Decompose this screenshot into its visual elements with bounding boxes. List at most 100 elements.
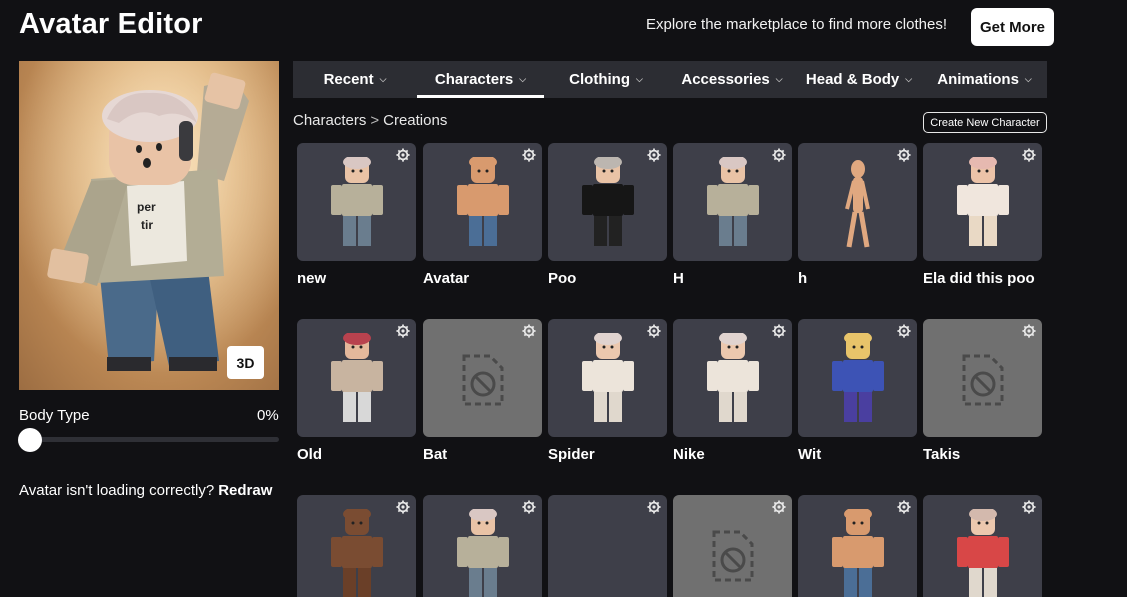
create-new-character-button[interactable]: Create New Character: [923, 112, 1047, 133]
character-card[interactable]: [923, 495, 1042, 597]
tab-animations[interactable]: Animations ⌵: [922, 61, 1047, 98]
character-thumbnail[interactable]: [923, 319, 1042, 437]
character-card[interactable]: Poo: [548, 143, 667, 289]
character-card[interactable]: Avatar: [423, 143, 542, 289]
character-thumbnail[interactable]: [923, 495, 1042, 597]
character-thumbnail[interactable]: [548, 143, 667, 261]
character-card[interactable]: Old: [297, 319, 416, 465]
body-type-slider-thumb[interactable]: [18, 428, 42, 452]
avatar-figure: per tir: [19, 61, 279, 390]
tab-characters[interactable]: Characters ⌵: [417, 61, 544, 98]
unavailable-image-icon: [960, 354, 1006, 406]
gear-icon[interactable]: [396, 324, 410, 338]
character-name: Bat: [423, 446, 448, 463]
character-card[interactable]: h: [798, 143, 917, 289]
character-card[interactable]: Bat: [423, 319, 542, 465]
character-name: Ela did this poo: [923, 270, 1035, 287]
character-card[interactable]: [548, 495, 667, 597]
character-name: Spider: [548, 446, 595, 463]
character-card[interactable]: [798, 495, 917, 597]
gear-icon[interactable]: [897, 148, 911, 162]
body-type-value: 0%: [257, 407, 279, 424]
character-card[interactable]: H: [673, 143, 792, 289]
character-card[interactable]: Ela did this poo: [923, 143, 1042, 289]
breadcrumb-separator: >: [370, 112, 380, 129]
gear-icon[interactable]: [897, 324, 911, 338]
character-name: Takis: [923, 446, 961, 463]
character-card[interactable]: Wit: [798, 319, 917, 465]
character-card[interactable]: [673, 495, 792, 597]
character-name: Avatar: [423, 270, 470, 287]
character-thumbnail[interactable]: [923, 143, 1042, 261]
gear-icon[interactable]: [647, 148, 661, 162]
gear-icon[interactable]: [1022, 324, 1036, 338]
toggle-3d-button[interactable]: 3D: [227, 346, 264, 379]
character-name: Wit: [798, 446, 822, 463]
redraw-link[interactable]: Redraw: [218, 482, 272, 499]
tab-label: Accessories: [681, 71, 770, 88]
gear-icon[interactable]: [647, 500, 661, 514]
gear-icon[interactable]: [772, 324, 786, 338]
gear-icon[interactable]: [522, 324, 536, 338]
character-thumbnail[interactable]: [297, 319, 416, 437]
character-card[interactable]: Nike: [673, 319, 792, 465]
character-thumbnail[interactable]: [798, 495, 917, 597]
unavailable-image-icon: [710, 530, 756, 582]
character-name: h: [798, 270, 808, 287]
gear-icon[interactable]: [522, 500, 536, 514]
character-thumbnail[interactable]: [423, 143, 542, 261]
body-type-label: Body Type: [19, 407, 90, 424]
character-card[interactable]: [423, 495, 542, 597]
chevron-down-icon: ⌵: [636, 74, 643, 84]
page-title: Avatar Editor: [19, 8, 203, 40]
character-card[interactable]: Spider: [548, 319, 667, 465]
gear-icon[interactable]: [396, 500, 410, 514]
chevron-down-icon: ⌵: [519, 74, 527, 84]
character-thumbnail[interactable]: [673, 319, 792, 437]
svg-text:tir: tir: [141, 218, 153, 232]
character-thumbnail[interactable]: [673, 495, 792, 597]
character-thumbnail[interactable]: [798, 143, 917, 261]
get-more-button[interactable]: Get More: [971, 8, 1054, 46]
avatar-preview[interactable]: per tir: [19, 61, 279, 390]
tab-label: Recent: [323, 71, 374, 88]
character-name: Nike: [673, 446, 705, 463]
tab-head-body[interactable]: Head & Body ⌵: [796, 61, 922, 98]
tab-accessories[interactable]: Accessories ⌵: [668, 61, 796, 98]
chevron-down-icon: ⌵: [379, 74, 387, 84]
character-thumbnail[interactable]: [548, 319, 667, 437]
character-thumbnail[interactable]: [297, 495, 416, 597]
loading-note-text: Avatar isn't loading correctly?: [19, 482, 215, 499]
gear-icon[interactable]: [647, 324, 661, 338]
character-thumbnail[interactable]: [297, 143, 416, 261]
character-card[interactable]: Takis: [923, 319, 1042, 465]
tab-label: Characters: [434, 71, 514, 88]
svg-text:per: per: [137, 200, 156, 214]
character-thumbnail[interactable]: [423, 495, 542, 597]
unavailable-image-icon: [460, 354, 506, 406]
breadcrumb-characters[interactable]: Characters: [293, 112, 366, 129]
tab-label: Head & Body: [805, 71, 900, 88]
tab-label: Animations: [937, 71, 1019, 88]
gear-icon[interactable]: [772, 500, 786, 514]
body-type-slider-track[interactable]: [19, 437, 279, 442]
gear-icon[interactable]: [772, 148, 786, 162]
gear-icon[interactable]: [396, 148, 410, 162]
chevron-down-icon: ⌵: [1024, 74, 1032, 84]
gear-icon[interactable]: [522, 148, 536, 162]
tab-recent[interactable]: Recent ⌵: [293, 61, 417, 98]
chevron-down-icon: ⌵: [775, 74, 783, 84]
gear-icon[interactable]: [1022, 500, 1036, 514]
category-tabs: Recent ⌵ Characters ⌵ Clothing ⌵ Accessorie…: [293, 61, 1047, 98]
character-card[interactable]: [297, 495, 416, 597]
gear-icon[interactable]: [1022, 148, 1036, 162]
character-thumbnail[interactable]: [673, 143, 792, 261]
breadcrumb-creations: Creations: [383, 112, 448, 129]
gear-icon[interactable]: [897, 500, 911, 514]
character-thumbnail[interactable]: [548, 495, 667, 597]
character-card[interactable]: new: [297, 143, 416, 289]
character-thumbnail[interactable]: [423, 319, 542, 437]
character-thumbnail[interactable]: [798, 319, 917, 437]
marketplace-promo-text: Explore the marketplace to find more clo…: [646, 16, 947, 33]
tab-clothing[interactable]: Clothing ⌵: [544, 61, 668, 98]
